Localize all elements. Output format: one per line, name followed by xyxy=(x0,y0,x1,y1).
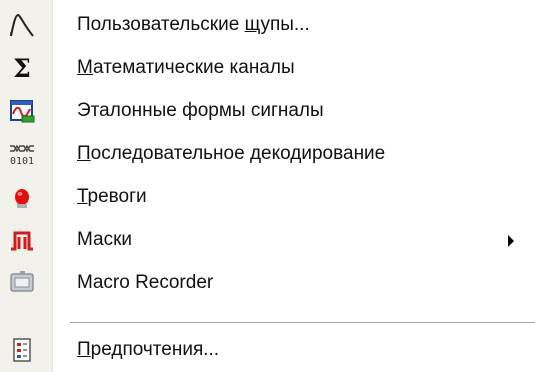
menu-item-label: Macro Recorder xyxy=(77,272,214,293)
submenu-arrow-icon xyxy=(508,235,514,247)
reference-waveform-icon xyxy=(10,100,35,123)
svg-text:Σ: Σ xyxy=(13,54,31,82)
macro-recorder-icon xyxy=(10,271,34,292)
context-menu: Пользовательские щупы... Σ Математически… xyxy=(0,0,535,372)
preferences-icon xyxy=(13,338,31,362)
menu-item-label: Последовательное декодирование xyxy=(77,143,386,164)
menu-item-preferences[interactable]: Предпочтения... xyxy=(0,329,535,372)
menu-item-label: Математические каналы xyxy=(77,57,295,78)
menu-item-serial-decoding[interactable]: 0101 Последовательное декодирование xyxy=(0,133,535,176)
menu-item-alarms[interactable]: Тревоги xyxy=(0,176,535,219)
sigma-icon: Σ xyxy=(13,54,31,82)
menu-item-label: Пользовательские щупы... xyxy=(77,14,310,35)
menu-item-masks[interactable]: Маски xyxy=(0,219,535,262)
custom-probe-icon xyxy=(10,13,34,37)
menu-item-label: Маски xyxy=(77,229,133,250)
menu-item-macro-recorder[interactable]: Macro Recorder xyxy=(0,262,535,305)
alarm-icon xyxy=(15,189,29,208)
mask-icon xyxy=(11,231,33,251)
menu-item-label: Тревоги xyxy=(77,186,147,207)
menu-item-reference-waveforms[interactable]: Эталонные формы сигналы xyxy=(0,90,535,133)
serial-decode-icon: 0101 xyxy=(10,144,34,167)
menu-item-label: Предпочтения... xyxy=(77,339,220,360)
menu-separator xyxy=(70,322,535,324)
svg-text:0101: 0101 xyxy=(10,156,34,167)
menu-item-label: Эталонные формы сигналы xyxy=(77,100,324,121)
menu-item-custom-probes[interactable]: Пользовательские щупы... xyxy=(0,4,535,47)
menu-item-math-channels[interactable]: Σ Математические каналы xyxy=(0,47,535,90)
